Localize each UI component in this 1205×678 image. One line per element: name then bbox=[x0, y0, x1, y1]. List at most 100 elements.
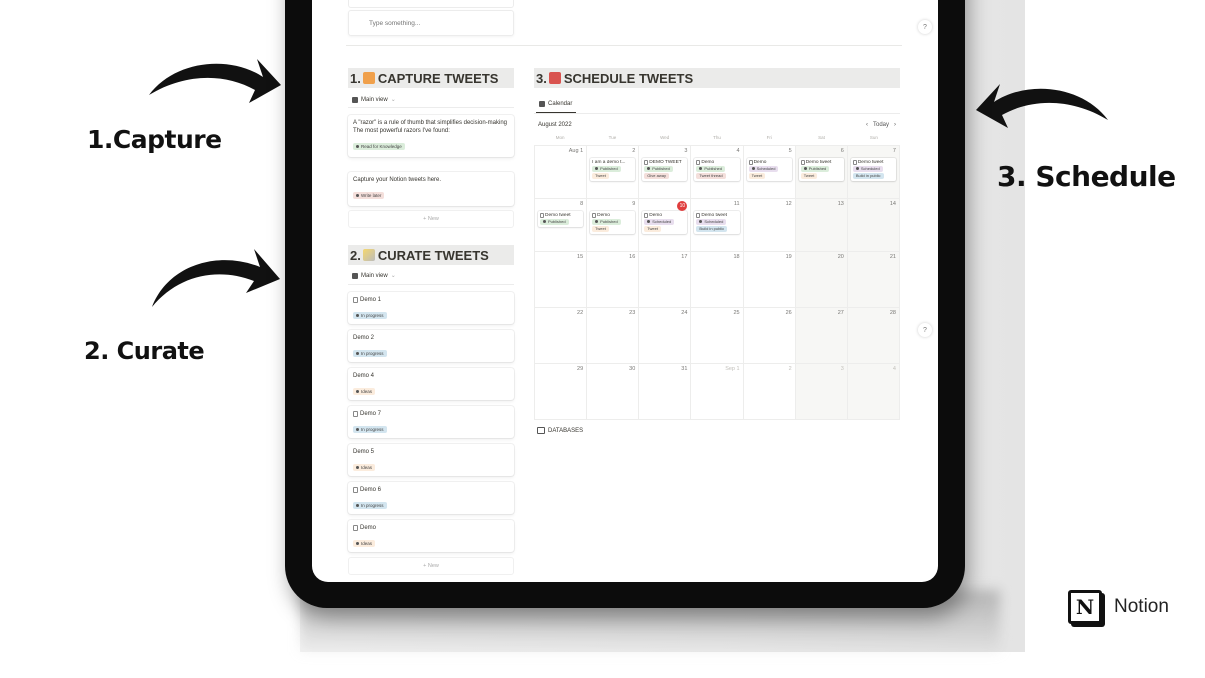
text-input-box[interactable] bbox=[348, 10, 514, 36]
day-number: 9 bbox=[632, 201, 636, 207]
tag-dot-icon bbox=[356, 145, 359, 149]
calendar-event[interactable]: Demo Published Tweet bbox=[590, 211, 636, 234]
calendar-day-cell[interactable]: 22 bbox=[535, 308, 588, 364]
status-tag: Ideas bbox=[353, 464, 376, 471]
weekday-label: Sat bbox=[818, 135, 825, 140]
calendar-day-cell[interactable]: 6 Demo tweet Published Tweet bbox=[795, 146, 848, 199]
calendar-event[interactable]: Demo tweet Scheduled Build in public bbox=[850, 158, 896, 181]
calendar-day-cell[interactable]: 4 bbox=[847, 364, 900, 420]
chevron-down-icon: ⌄ bbox=[390, 273, 396, 279]
calendar-day-cell[interactable]: Sep 1 bbox=[691, 364, 744, 420]
help-button-2[interactable]: ? bbox=[918, 323, 932, 337]
day-number: 21 bbox=[889, 254, 896, 260]
calendar-view-tab[interactable]: Calendar bbox=[539, 101, 572, 107]
event-type-tag: Tweet thread bbox=[696, 173, 726, 179]
curate-card[interactable]: Demo 2 In progress bbox=[348, 330, 514, 362]
capture-view-tab[interactable]: Main view ⌄ bbox=[352, 96, 396, 103]
tag-dot-icon bbox=[699, 167, 703, 171]
calendar-day-cell[interactable]: 3 DEMO TWEET Published Give away bbox=[639, 146, 692, 199]
calendar-day-cell[interactable]: 14 bbox=[847, 199, 900, 252]
event-status-tag: Scheduled bbox=[696, 219, 727, 225]
calendar-day-cell[interactable]: 26 bbox=[743, 308, 796, 364]
type-something-input[interactable] bbox=[349, 11, 513, 35]
calendar-day-cell[interactable]: 10 Demo Scheduled Tweet bbox=[639, 199, 692, 252]
day-number: 13 bbox=[837, 201, 844, 207]
calendar-event[interactable]: Demo Published Tweet thread bbox=[694, 158, 740, 181]
calendar-day-cell[interactable]: 29 bbox=[535, 364, 588, 420]
databases-link[interactable]: DATABASES bbox=[537, 427, 583, 434]
prev-month-button[interactable]: ‹ bbox=[866, 122, 868, 128]
calendar-day-cell[interactable]: 2 bbox=[743, 364, 796, 420]
curate-card[interactable]: Demo 6 In progress bbox=[348, 482, 514, 514]
page-icon bbox=[353, 525, 358, 531]
curate-card[interactable]: Demo 4 Ideas bbox=[348, 368, 514, 400]
today-button[interactable]: Today bbox=[873, 122, 889, 128]
calendar-event[interactable]: Demo tweet Scheduled Build in public bbox=[694, 211, 740, 234]
calendar-day-cell[interactable]: 4 Demo Published Tweet thread bbox=[691, 146, 744, 199]
capture-card[interactable]: Capture your Notion tweets here. Write la… bbox=[348, 172, 514, 206]
calendar-day-cell[interactable]: 23 bbox=[587, 308, 640, 364]
curate-card[interactable]: Demo Ideas bbox=[348, 520, 514, 552]
event-status-tag: Scheduled bbox=[748, 166, 779, 172]
calendar-day-cell[interactable]: 13 bbox=[795, 199, 848, 252]
page-icon bbox=[644, 160, 649, 165]
curate-view-tab[interactable]: Main view ⌄ bbox=[352, 272, 396, 279]
day-number: 25 bbox=[733, 310, 740, 316]
calendar-day-cell[interactable]: 24 bbox=[639, 308, 692, 364]
calendar-day-cell[interactable]: 12 bbox=[743, 199, 796, 252]
calendar-grid: Aug 12I am a demo t... Published Tweet 3 DEM… bbox=[534, 145, 900, 420]
next-month-button[interactable]: › bbox=[894, 122, 896, 128]
curate-new-button[interactable]: + New bbox=[348, 557, 514, 575]
view-label: Main view bbox=[361, 272, 388, 279]
help-button[interactable]: ? bbox=[918, 20, 932, 34]
tag-dot-icon bbox=[855, 167, 859, 171]
calendar-event[interactable]: Demo tweet Published bbox=[538, 211, 584, 227]
day-number: 19 bbox=[785, 254, 792, 260]
capture-card[interactable]: A "razor" is a rule of thumb that simpli… bbox=[348, 115, 514, 157]
calendar-day-cell[interactable]: 5 Demo Scheduled Tweet bbox=[743, 146, 796, 199]
calendar-day-cell[interactable]: 20 bbox=[795, 252, 848, 308]
tag-dot-icon bbox=[356, 352, 359, 356]
day-number: 2 bbox=[788, 366, 792, 372]
capture-new-button[interactable]: + New bbox=[348, 210, 514, 228]
view-divider bbox=[348, 284, 514, 285]
calendar-day-cell[interactable]: 15 bbox=[535, 252, 588, 308]
curate-card[interactable]: Demo 1 In progress bbox=[348, 292, 514, 324]
calendar-day-cell[interactable]: 25 bbox=[691, 308, 744, 364]
calendar-day-cell[interactable]: 11 Demo tweet Scheduled Build in public bbox=[691, 199, 744, 252]
event-title: Demo tweet bbox=[852, 160, 894, 165]
curate-card[interactable]: Demo 5 Ideas bbox=[348, 444, 514, 476]
chevron-down-icon: ⌄ bbox=[390, 97, 396, 103]
day-number: 4 bbox=[736, 148, 740, 154]
calendar-event[interactable]: Demo tweet Published Tweet bbox=[798, 158, 844, 181]
calendar-day-cell[interactable]: 27 bbox=[795, 308, 848, 364]
event-type-tag: Give away bbox=[644, 173, 669, 179]
weekday-label: Sun bbox=[869, 135, 878, 140]
calendar-day-cell[interactable]: 19 bbox=[743, 252, 796, 308]
calendar-day-cell[interactable]: 21 bbox=[847, 252, 900, 308]
event-type-tag: Tweet bbox=[592, 226, 609, 232]
card-title: Demo 6 bbox=[353, 486, 509, 494]
calendar-day-cell[interactable]: 3 bbox=[795, 364, 848, 420]
calendar-day-cell[interactable]: Aug 1 bbox=[535, 146, 588, 199]
page-icon bbox=[644, 213, 649, 218]
calendar-day-cell[interactable]: 9 Demo Published Tweet bbox=[587, 199, 640, 252]
calendar-day-cell[interactable]: 2 I am a demo t... Published Tweet bbox=[587, 146, 640, 199]
card-tag: Write later bbox=[353, 192, 385, 199]
calendar-day-cell[interactable]: 28 bbox=[847, 308, 900, 364]
calendar-event[interactable]: I am a demo t... Published Tweet bbox=[590, 158, 636, 181]
event-title: Demo tweet bbox=[800, 160, 842, 165]
calendar-day-cell[interactable]: 17 bbox=[639, 252, 692, 308]
calendar-day-cell[interactable]: 31 bbox=[639, 364, 692, 420]
calendar-event[interactable]: Demo Scheduled Tweet bbox=[746, 158, 792, 181]
calendar-day-cell[interactable]: 18 bbox=[691, 252, 744, 308]
calendar-day-cell[interactable]: 30 bbox=[587, 364, 640, 420]
calendar-day-cell[interactable]: 7 Demo tweet Scheduled Build in public bbox=[847, 146, 900, 199]
calendar-event[interactable]: Demo Scheduled Tweet bbox=[642, 211, 688, 234]
curate-card[interactable]: Demo 7 In progress bbox=[348, 406, 514, 438]
calendar-day-cell[interactable]: 16 bbox=[587, 252, 640, 308]
calendar-day-cell[interactable]: 8 Demo tweet Published bbox=[535, 199, 588, 252]
card-title: A "razor" is a rule of thumb that simpli… bbox=[353, 120, 507, 134]
page-icon bbox=[353, 487, 358, 493]
calendar-event[interactable]: DEMO TWEET Published Give away bbox=[642, 158, 688, 181]
